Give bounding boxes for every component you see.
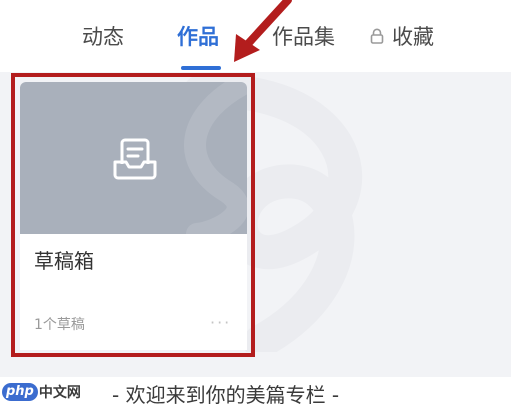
active-tab-indicator [181, 66, 221, 70]
draft-box-title: 草稿箱 [34, 249, 94, 273]
tab-works[interactable]: 作品 [177, 22, 219, 52]
annotation-arrow-icon [234, 0, 292, 62]
cover-swirl-icon [184, 82, 247, 234]
php-badge: php [2, 383, 38, 401]
tab-favorites[interactable]: 收藏 [392, 22, 434, 52]
more-options-button[interactable]: ··· [210, 315, 231, 331]
draft-card-cover [20, 82, 247, 234]
draft-box-card[interactable]: 草稿箱 1个草稿 ··· [20, 82, 247, 350]
draft-count: 1个草稿 [34, 317, 85, 333]
footer: php 中文网 - 欢迎来到你的美篇专栏 - [0, 377, 511, 407]
lock-icon [370, 28, 384, 44]
draft-box-icon [113, 138, 157, 180]
php-site-text: 中文网 [38, 385, 81, 401]
php-watermark-logo: php 中文网 [2, 382, 81, 402]
tab-dynamics[interactable]: 动态 [82, 22, 124, 52]
